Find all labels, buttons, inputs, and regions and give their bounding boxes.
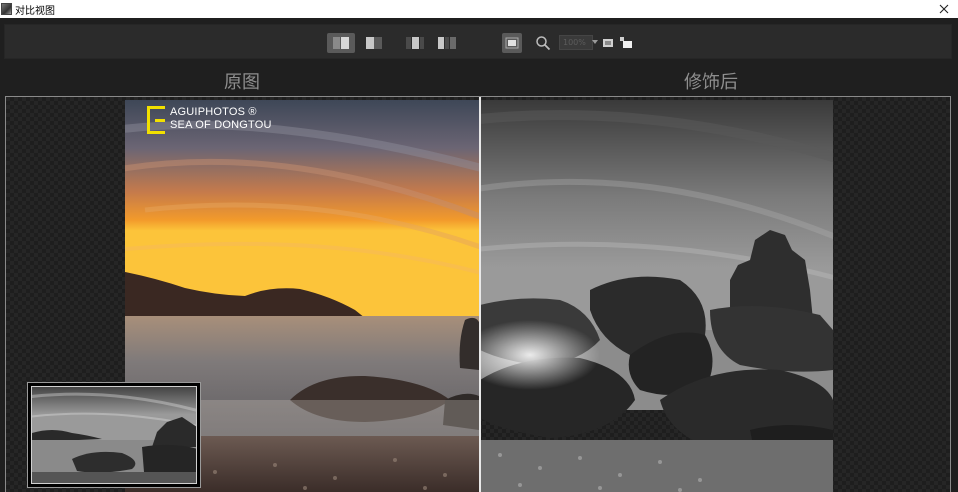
magnifier-icon — [536, 36, 551, 51]
title-bar: 对比视图 — [0, 0, 958, 18]
original-label: 原图 — [224, 72, 260, 93]
split-view-icon — [333, 37, 349, 49]
zoom-dropdown-arrow-icon[interactable] — [592, 40, 598, 44]
left-compare-button[interactable] — [402, 33, 428, 53]
watermark-logo: AGUIPHOTOS ® SEA OF DONGTOU — [147, 106, 272, 134]
compare-left-icon — [406, 37, 424, 49]
right-compare-button[interactable] — [434, 33, 460, 53]
zoom-button[interactable] — [533, 33, 553, 53]
fit-screen-button[interactable] — [502, 33, 522, 53]
half-view-icon — [366, 37, 382, 49]
compare-right-icon — [438, 37, 456, 49]
edited-photo — [480, 100, 833, 492]
fill-button[interactable] — [601, 33, 615, 53]
watermark-g-logo-icon — [147, 106, 165, 134]
comparison-canvas[interactable]: AGUIPHOTOS ® SEA OF DONGTOU — [5, 96, 951, 492]
fill-icon — [603, 39, 613, 47]
navigator-thumbnail[interactable] — [27, 382, 201, 488]
fit-screen-icon — [505, 37, 519, 49]
compare-divider-handle[interactable] — [479, 97, 481, 492]
toolbar: 100% — [4, 24, 952, 59]
single-view-button[interactable] — [361, 33, 387, 53]
zoom-level-field[interactable]: 100% — [559, 35, 593, 50]
close-button[interactable] — [936, 1, 952, 17]
edited-label: 修饰后 — [684, 72, 738, 93]
navigator-viewport[interactable] — [31, 386, 197, 484]
watermark-line1: AGUIPHOTOS ® — [170, 106, 257, 118]
app-icon — [1, 3, 12, 15]
window-title: 对比视图 — [15, 5, 55, 17]
side-by-side-view-button[interactable] — [327, 33, 355, 53]
watermark-line2: SEA OF DONGTOU — [170, 119, 272, 131]
pan-icon — [620, 37, 632, 48]
hand-tool-button[interactable] — [618, 33, 634, 53]
close-icon — [939, 4, 949, 14]
